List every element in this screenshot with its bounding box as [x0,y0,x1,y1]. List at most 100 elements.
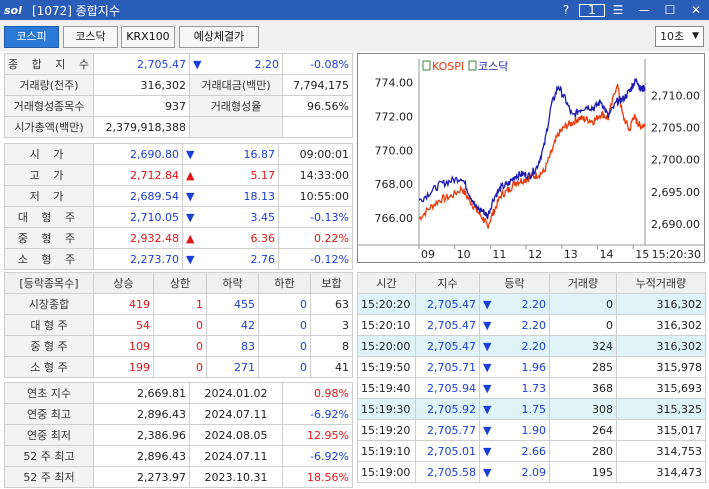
price-row: 저 가 2,689.54 ▼ 18.13 10:55:00 [4,185,353,207]
price-row: 대 형 주 2,710.05 ▼ 3.45 -0.13% [4,206,353,228]
breadth-row: 중 형 주 109 0 83 0 8 [4,335,353,357]
tick-change-value: 1.96 [521,360,547,374]
y-left-tick: 774.00 [375,77,414,90]
y-left-tick: 770.00 [375,144,414,157]
tick-change-value: 2.09 [521,465,547,479]
app-logo: sol [4,3,22,17]
tick-volume: 0 [549,314,617,336]
tick-time: 15:20:00 [357,335,416,357]
tick-time: 15:19:10 [357,440,416,462]
breadth-cell: 42 [206,314,259,336]
breadth-cell: 41 [310,356,353,378]
maximize-icon[interactable]: ☐ [657,3,683,17]
yearly-date: 2023.10.31 [189,466,283,488]
price-diff-value: 18.13 [243,189,276,203]
tick-row[interactable]: 15:20:00 2,705.47 ▼ 2.20 324 316,302 [357,335,706,357]
yearly-value: 2,669.81 [93,382,190,404]
tab-kosdaq[interactable]: 코스닥 [63,26,118,48]
down-arrow-icon: ▼ [483,339,492,353]
yearly-label: 52 주 최저 [4,466,94,488]
breadth-cell: 1 [153,293,207,315]
toolbar: 코스피 코스닥 KRX100 예상체결가 [0,20,709,51]
price-label: 소 형 주 [4,248,94,270]
index-label: 종 합 지 수 [4,53,94,75]
volume-label: 거래량(천주) [4,74,94,96]
yearly-value: 2,273.97 [93,466,190,488]
tick-change-value: 2.20 [521,339,547,353]
yearly-date: 2024.07.11 [189,445,283,467]
yearly-label: 연중 최저 [4,424,94,446]
menu-icon[interactable]: ☰ [605,3,631,17]
summary-table: 종 합 지 수 2,705.47 ▼ 2.20 -0.08% 거래량(천주) 31… [4,53,353,138]
breadth-cell: 0 [258,335,311,357]
tick-row[interactable]: 15:20:20 2,705.47 ▼ 2.20 0 316,302 [357,293,706,315]
tick-change: ▼ 2.20 [479,293,550,315]
tick-change: ▼ 1.96 [479,356,550,378]
amount-label: 거래대금(백만) [189,74,283,96]
breadth-cell: 0 [153,314,207,336]
interval-select[interactable]: 10초 ▼ [655,26,704,47]
tick-row[interactable]: 15:19:00 2,705.58 ▼ 2.09 195 314,473 [357,461,706,483]
breadth-cell: 0 [153,335,207,357]
down-arrow-icon: ▼ [483,402,492,416]
tick-index: 2,705.47 [415,293,480,315]
breadth-cell: 시장종합 [4,293,94,315]
breadth-cell: 109 [93,335,154,357]
price-label: 중 형 주 [4,227,94,249]
tab-expected-price[interactable]: 예상체결가 [179,26,259,48]
tick-cumulative: 315,978 [616,356,706,378]
index-value: 2,705.47 [93,53,190,75]
tick-change-value: 2.20 [521,318,547,332]
price-diff-value: 5.17 [250,168,276,182]
tick-header: 누적거래량 [616,272,706,294]
down-arrow-icon: ▼ [483,465,492,479]
tick-row[interactable]: 15:19:50 2,705.71 ▼ 1.96 285 315,978 [357,356,706,378]
tick-time: 15:20:20 [357,293,416,315]
breadth-cell: 중 형 주 [4,335,94,357]
tick-row[interactable]: 15:19:30 2,705.92 ▼ 1.75 308 315,325 [357,398,706,420]
close-icon[interactable]: ✕ [683,3,709,17]
tick-row[interactable]: 15:19:10 2,705.01 ▼ 2.66 280 314,753 [357,440,706,462]
tick-row[interactable]: 15:19:20 2,705.77 ▼ 1.90 264 315,017 [357,419,706,441]
breadth-header: [등락종목수] [4,272,94,294]
tick-volume: 308 [549,398,617,420]
tab-kospi[interactable]: 코스피 [4,26,59,48]
y-left-tick: 768.00 [375,178,414,191]
market-cap-label: 시가총액(백만) [4,116,94,138]
tick-time: 15:19:40 [357,377,416,399]
link-number-button[interactable]: 1 [579,3,605,17]
tick-change-value: 2.20 [521,297,547,311]
tab-krx100[interactable]: KRX100 [121,26,175,48]
x-tick: 09 [421,248,435,261]
breadth-table: [등락종목수] 상승 상한 하락 하한 보합 시장종합 419 1 455 0 63 대 형 주 54 0… [4,272,353,378]
breadth-header: 상승 [93,272,154,294]
tick-cumulative: 315,325 [616,398,706,420]
x-tick: 13 [564,248,578,261]
tick-change-value: 1.75 [521,402,547,416]
tick-cumulative: 316,302 [616,314,706,336]
tick-volume: 285 [549,356,617,378]
y-right-tick: 2,705.00 [651,122,700,135]
tick-time: 15:19:50 [357,356,416,378]
x-tick: 12 [528,248,542,261]
tick-change: ▼ 1.75 [479,398,550,420]
price-diff: ▼ 2.76 [182,248,279,270]
minimize-icon[interactable]: — [631,3,657,17]
tick-row[interactable]: 15:19:40 2,705.94 ▼ 1.73 368 315,693 [357,377,706,399]
price-diff-value: 2.76 [250,252,276,266]
breadth-header: 하락 [206,272,259,294]
tick-row[interactable]: 15:20:10 2,705.47 ▼ 2.20 0 316,302 [357,314,706,336]
help-button[interactable]: ? [553,3,579,17]
price-value: 2,273.70 [93,248,183,270]
yearly-row: 연초 지수 2,669.81 2024.01.02 0.98% [4,382,353,404]
tick-time: 15:19:00 [357,461,416,483]
price-diff: ▼ 3.45 [182,206,279,228]
traded-ratio-label: 거래형성율 [189,95,283,117]
x-tick: 15 [635,248,649,261]
intraday-chart[interactable]: 774.00 772.00 770.00 768.00 766.00 2,710.00 2,… [357,53,705,263]
price-row: 고 가 2,712.84 ▲ 5.17 14:33:00 [4,164,353,186]
up-arrow-icon: ▲ [186,231,195,245]
down-arrow-icon: ▼ [483,381,492,395]
breadth-cell: 455 [206,293,259,315]
breadth-cell: 8 [310,335,353,357]
